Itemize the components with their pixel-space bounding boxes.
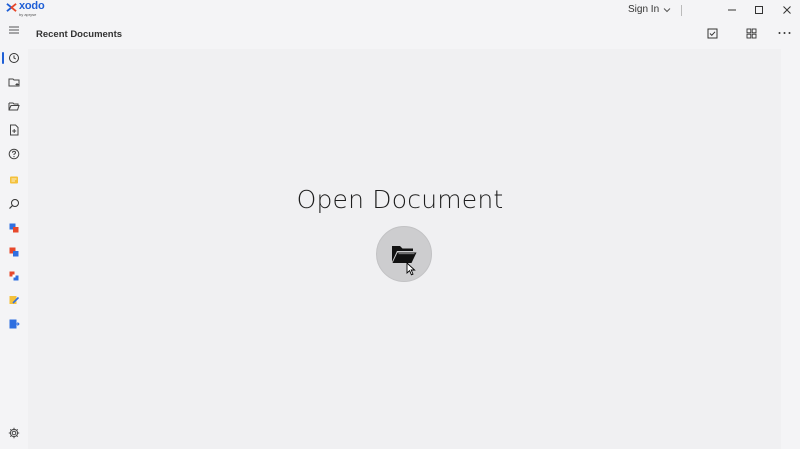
- select-button[interactable]: [702, 24, 722, 42]
- page-title: Recent Documents: [36, 29, 123, 40]
- mouse-cursor-icon: [406, 262, 416, 276]
- sign-in-label: Sign In: [628, 4, 660, 15]
- merge-icon: [9, 271, 19, 281]
- titlebar-divider: [681, 5, 682, 16]
- grid-view-button[interactable]: [741, 24, 761, 42]
- sidebar-item-open-folder[interactable]: [0, 96, 28, 116]
- scrollbar-track[interactable]: [781, 49, 800, 449]
- sidebar-item-add-folder[interactable]: [0, 72, 28, 92]
- xodo-logo-icon: [6, 3, 17, 12]
- open-document-button[interactable]: [376, 226, 432, 282]
- minimize-icon: [728, 9, 736, 11]
- close-button[interactable]: [774, 0, 800, 20]
- sidebar-item-convert[interactable]: [0, 218, 28, 238]
- open-document-title: Open Document: [296, 185, 504, 214]
- maximize-button[interactable]: [746, 0, 772, 20]
- recent-icon: [9, 53, 19, 63]
- menu-icon: [9, 26, 19, 34]
- sidebar: [0, 20, 28, 449]
- new-document-icon: [10, 124, 19, 136]
- folder-open-icon: [8, 102, 20, 111]
- more-options-button[interactable]: [774, 24, 794, 42]
- convert-icon: [9, 223, 19, 233]
- select-icon: [707, 28, 717, 38]
- maximize-icon: [755, 6, 763, 14]
- chevron-down-icon: [663, 7, 671, 12]
- logo-text: xodo: [19, 0, 45, 12]
- close-icon: [783, 6, 791, 14]
- sign-in-button[interactable]: Sign In: [628, 4, 671, 15]
- edit-icon: [9, 296, 20, 304]
- sidebar-item-recent[interactable]: [0, 48, 28, 68]
- grid-view-icon: [746, 28, 756, 38]
- sidebar-item-new-document[interactable]: [0, 120, 28, 140]
- sidebar-menu-button[interactable]: [0, 20, 28, 40]
- sidebar-item-export[interactable]: [0, 314, 28, 334]
- minimize-button[interactable]: [719, 0, 745, 20]
- sidebar-item-word-convert[interactable]: [0, 242, 28, 262]
- sidebar-item-help[interactable]: [0, 144, 28, 164]
- logo-subtext: by apryse: [19, 12, 37, 17]
- sidebar-item-settings[interactable]: [0, 423, 28, 443]
- settings-icon: [8, 427, 20, 439]
- folder-add-icon: [8, 78, 20, 87]
- word-convert-icon: [9, 247, 19, 257]
- more-icon: [778, 32, 790, 34]
- sidebar-item-edit[interactable]: [0, 290, 28, 310]
- sidebar-item-merge[interactable]: [0, 266, 28, 286]
- title-bar: xodo by apryse Sign In: [0, 0, 800, 20]
- help-icon: [8, 148, 20, 160]
- export-icon: [9, 319, 20, 329]
- app-logo: xodo by apryse: [6, 0, 46, 19]
